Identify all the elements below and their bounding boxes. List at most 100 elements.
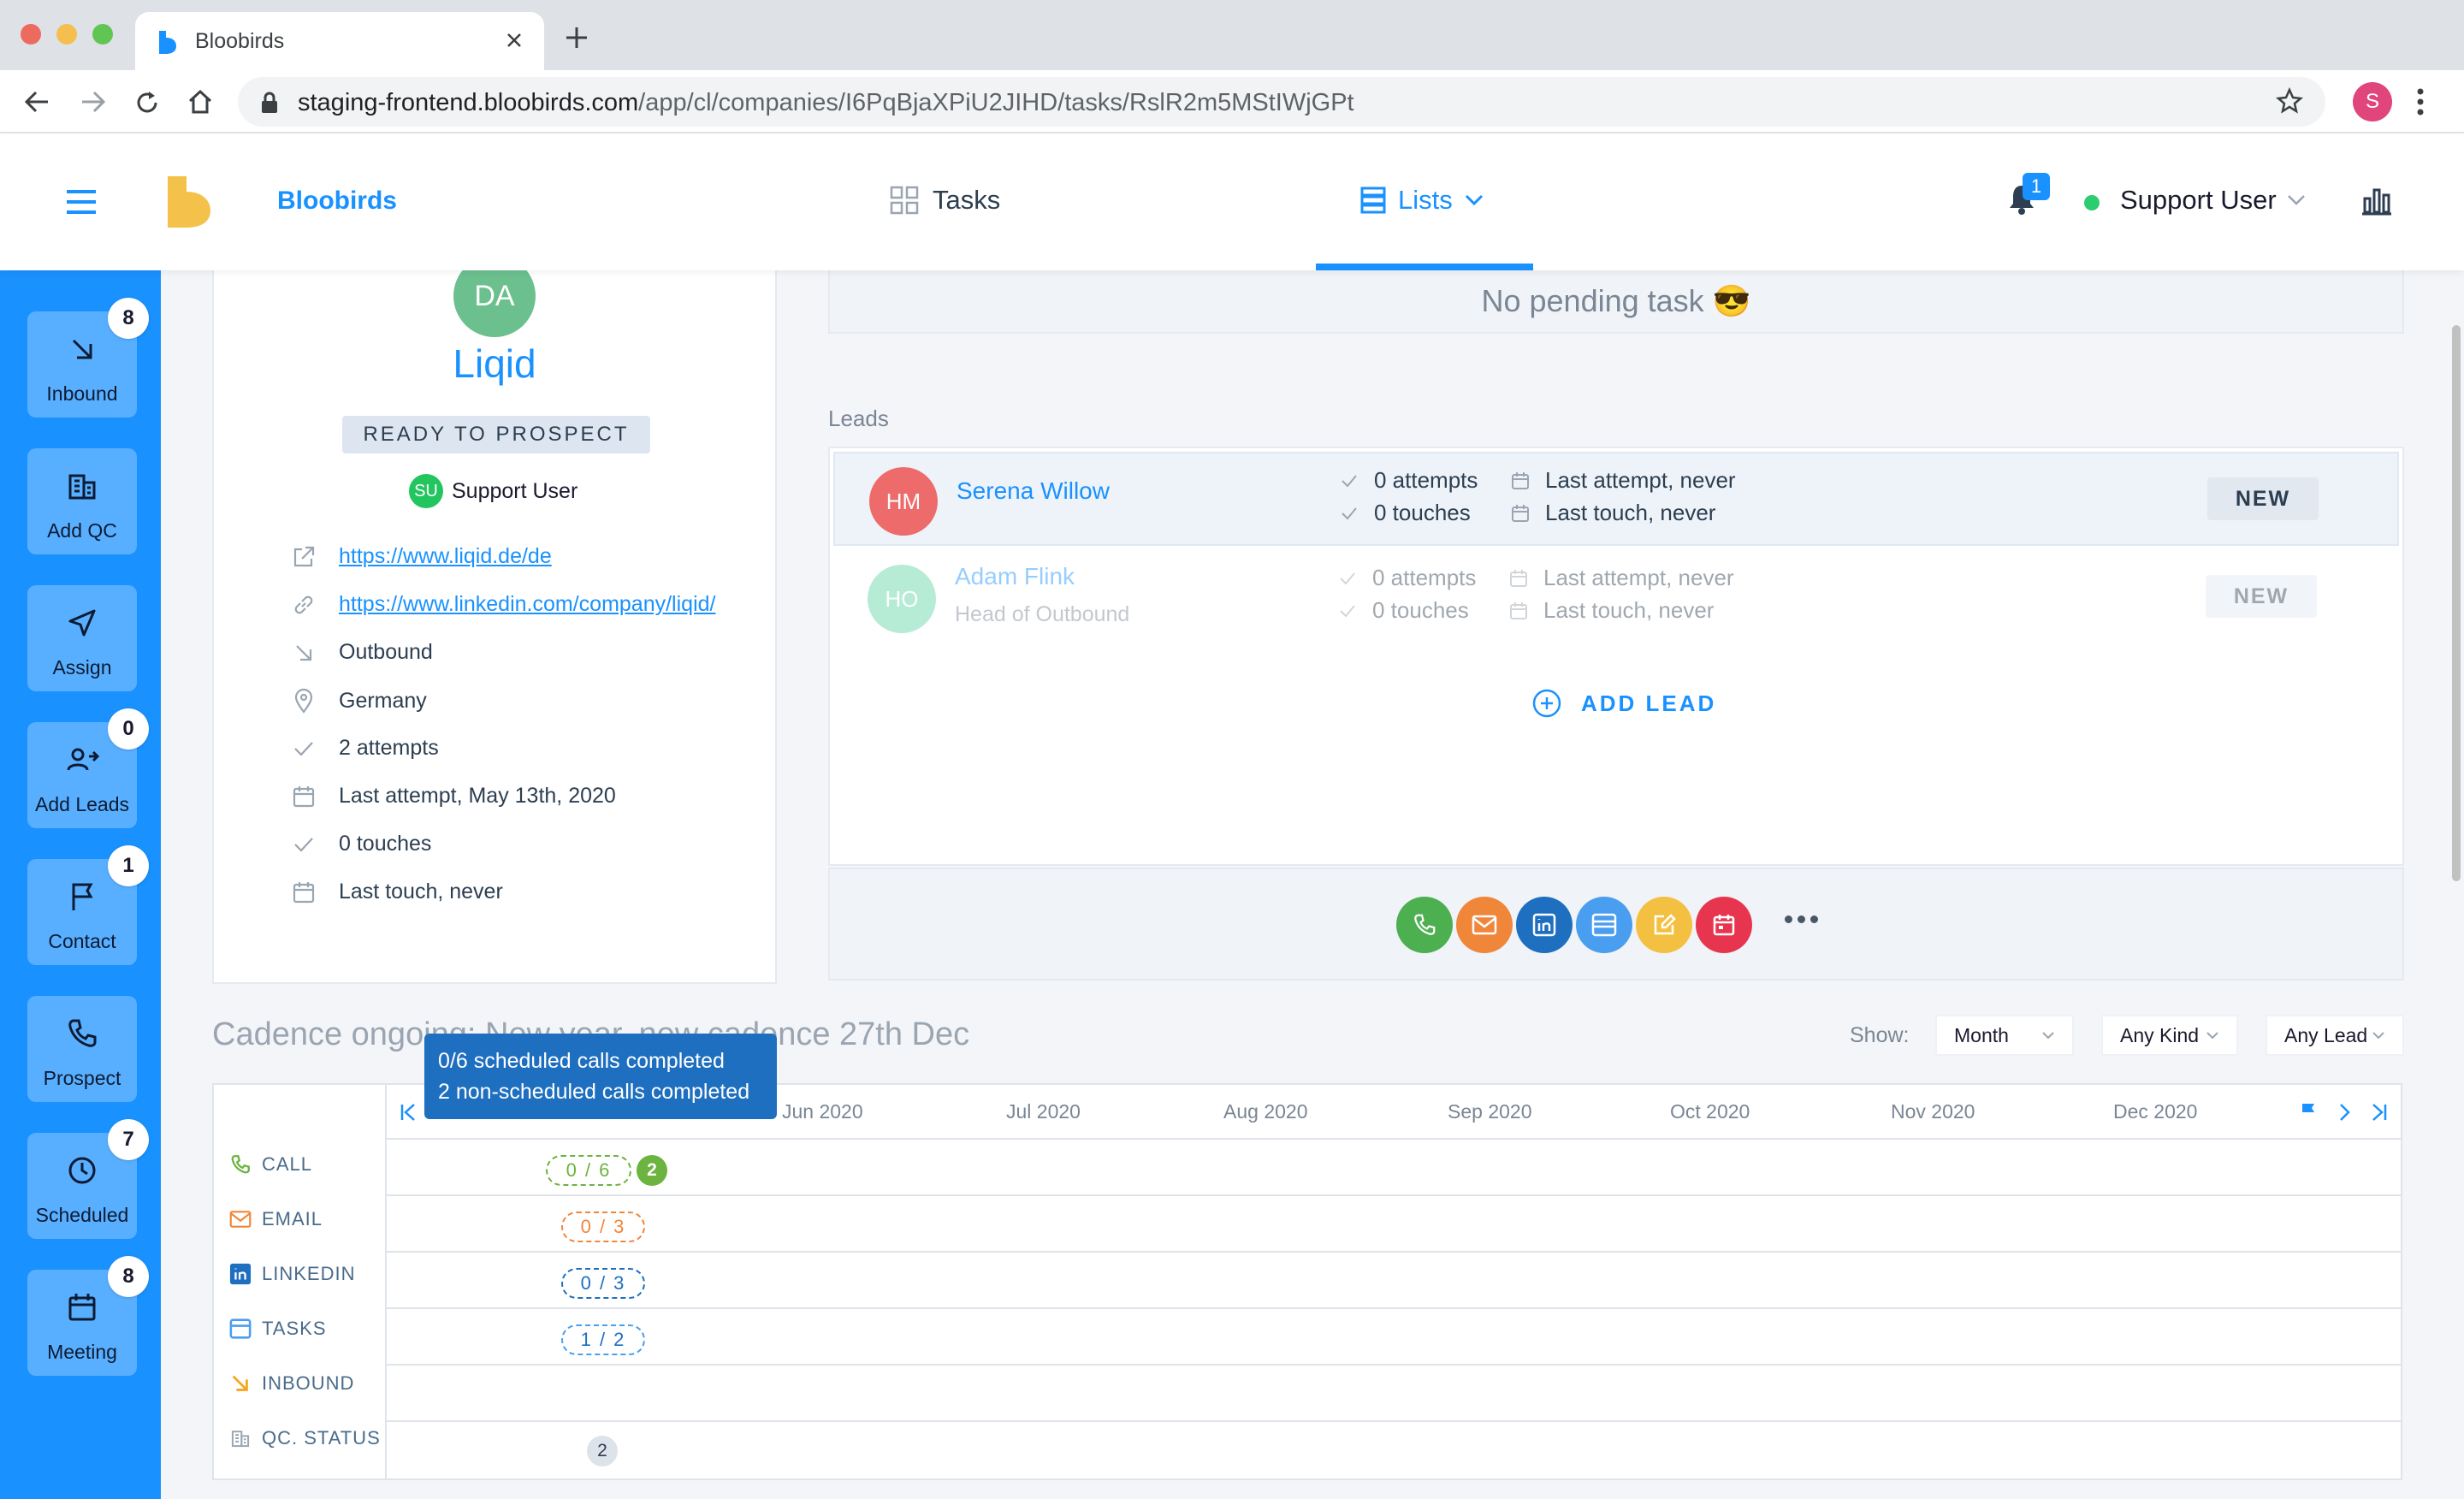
lead-last-touch-value: Last touch, never bbox=[1545, 500, 1716, 525]
url-text: staging-frontend.bloobirds.com/app/cl/co… bbox=[298, 89, 1354, 116]
lead-touches-value: 0 touches bbox=[1374, 500, 1471, 525]
chevron-down-icon bbox=[2287, 194, 2306, 206]
bar-chart-icon[interactable] bbox=[2361, 187, 2392, 216]
new-tab-icon[interactable] bbox=[565, 26, 589, 50]
actions-bar bbox=[828, 868, 2404, 981]
bloobirds-logo[interactable] bbox=[164, 175, 214, 229]
more-actions-icon[interactable] bbox=[1785, 915, 1818, 923]
calendar-icon bbox=[291, 880, 317, 904]
email-progress-pill[interactable]: 0 / 3 bbox=[561, 1212, 645, 1242]
linkedin-progress-pill[interactable]: 0 / 3 bbox=[561, 1268, 645, 1299]
linkedin-action-button[interactable] bbox=[1516, 897, 1573, 953]
external-link-icon bbox=[291, 545, 317, 569]
nav-lists[interactable]: Lists bbox=[1360, 185, 1484, 216]
bookmark-star-icon[interactable] bbox=[2276, 87, 2303, 115]
task-action-button[interactable] bbox=[1576, 897, 1632, 953]
nav-tasks[interactable]: Tasks bbox=[890, 185, 1000, 216]
sidebar-item-label: Assign bbox=[52, 656, 112, 678]
brand-name[interactable]: Bloobirds bbox=[277, 187, 397, 216]
lead-name[interactable]: Serena Willow bbox=[957, 477, 1110, 505]
row-divider bbox=[387, 1251, 2401, 1253]
back-icon[interactable] bbox=[22, 89, 51, 115]
sunglasses-emoji-icon: 😎 bbox=[1712, 283, 1751, 318]
browser-tab-title: Bloobirds bbox=[195, 29, 285, 53]
last-attempt-row: Last attempt, May 13th, 2020 bbox=[291, 784, 616, 809]
email-action-button[interactable] bbox=[1456, 897, 1513, 953]
call-progress-pill[interactable]: 0 / 6 bbox=[546, 1155, 631, 1186]
minimize-window-button[interactable] bbox=[56, 24, 77, 44]
lead-select-value: Any Lead bbox=[2284, 1023, 2368, 1046]
note-action-button[interactable] bbox=[1636, 897, 1692, 953]
sidebar-item-add-qc[interactable]: Add QC bbox=[27, 448, 137, 554]
sidebar-item-inbound[interactable]: Inbound 8 bbox=[27, 298, 149, 418]
arrow-down-right-icon bbox=[291, 641, 317, 665]
browser-tab[interactable]: Bloobirds bbox=[135, 12, 544, 70]
meeting-action-button[interactable] bbox=[1696, 897, 1752, 953]
sidebar-item-meeting[interactable]: Meeting 8 bbox=[27, 1256, 149, 1376]
lead-status-badge[interactable]: NEW bbox=[2206, 575, 2317, 618]
calendar-icon bbox=[1509, 569, 1528, 588]
plus-circle-icon bbox=[1531, 688, 1562, 719]
link-icon bbox=[291, 593, 317, 617]
flag-icon[interactable] bbox=[2300, 1102, 2317, 1123]
non-scheduled-call-count[interactable]: 2 bbox=[637, 1155, 667, 1186]
lead-row[interactable]: HM Serena Willow 0 attempts 0 touches La… bbox=[833, 452, 2399, 546]
sidebar-item-assign[interactable]: Assign bbox=[27, 585, 137, 691]
cadence-row-tasks: TASKS bbox=[229, 1318, 327, 1340]
browser-profile-avatar[interactable]: S bbox=[2353, 82, 2392, 121]
lead-name[interactable]: Adam Flink bbox=[955, 563, 1075, 590]
last-touch-row: Last touch, never bbox=[291, 880, 503, 904]
lead-status-badge[interactable]: NEW bbox=[2207, 477, 2319, 520]
cadence-tooltip: 0/6 scheduled calls completed 2 non-sche… bbox=[424, 1034, 777, 1119]
lead-select[interactable]: Any Lead bbox=[2266, 1015, 2404, 1056]
leads-section-title: Leads bbox=[828, 406, 889, 431]
lead-role: Head of Outbound bbox=[955, 602, 1130, 626]
user-name: Support User bbox=[2120, 185, 2277, 215]
home-icon[interactable] bbox=[187, 89, 214, 115]
company-status-badge[interactable]: READY TO PROSPECT bbox=[342, 416, 650, 453]
linkedin-link[interactable]: https://www.linkedin.com/company/liqid/ bbox=[339, 592, 715, 617]
kind-select[interactable]: Any Kind bbox=[2101, 1015, 2238, 1056]
count-badge: 8 bbox=[108, 1256, 149, 1297]
lead-attempts-value: 0 attempts bbox=[1372, 565, 1477, 590]
sidebar-item-label: Inbound bbox=[46, 382, 118, 405]
app-header: Bloobirds Tasks Lists 1 Support User bbox=[0, 133, 2464, 270]
arrow-down-right-icon bbox=[229, 1372, 252, 1395]
lead-row[interactable]: HO Adam Flink Head of Outbound 0 attempt… bbox=[833, 551, 2399, 645]
maximize-window-button[interactable] bbox=[92, 24, 113, 44]
reload-icon[interactable] bbox=[133, 89, 161, 116]
user-menu[interactable]: Support User bbox=[2120, 185, 2306, 216]
lead-touches-value: 0 touches bbox=[1372, 597, 1469, 623]
check-icon bbox=[1340, 504, 1359, 523]
page-scrollbar[interactable] bbox=[2452, 325, 2461, 881]
period-select[interactable]: Month bbox=[1935, 1015, 2074, 1056]
cadence-row-label: CALL bbox=[262, 1153, 313, 1175]
check-icon bbox=[291, 832, 317, 856]
forward-icon[interactable] bbox=[79, 89, 108, 115]
last-page-icon[interactable] bbox=[2370, 1102, 2389, 1123]
website-link[interactable]: https://www.liqid.de/de bbox=[339, 544, 552, 569]
sidebar-item-prospect[interactable]: Prospect bbox=[27, 996, 137, 1102]
close-window-button[interactable] bbox=[21, 24, 41, 44]
tasks-progress-pill[interactable]: 1 / 2 bbox=[561, 1324, 645, 1355]
sidebar-item-contact[interactable]: Contact 1 bbox=[27, 845, 149, 965]
address-bar[interactable]: staging-frontend.bloobirds.com/app/cl/co… bbox=[238, 77, 2325, 127]
sidebar-item-label: Scheduled bbox=[35, 1204, 129, 1226]
close-tab-icon[interactable] bbox=[501, 27, 527, 53]
location-pin-icon bbox=[291, 688, 317, 714]
add-lead-button[interactable]: ADD LEAD bbox=[1531, 688, 1716, 719]
country-row: Germany bbox=[291, 688, 427, 714]
sidebar-item-add-leads[interactable]: Add Leads 0 bbox=[27, 708, 149, 828]
bloobirds-favicon-icon bbox=[156, 29, 180, 55]
browser-menu-icon[interactable] bbox=[2416, 87, 2425, 116]
check-icon bbox=[291, 737, 317, 761]
menu-icon[interactable] bbox=[65, 188, 98, 216]
task-icon bbox=[1591, 913, 1617, 937]
call-action-button[interactable] bbox=[1396, 897, 1453, 953]
qc-status-count[interactable]: 2 bbox=[587, 1436, 618, 1466]
first-page-icon[interactable] bbox=[399, 1102, 418, 1123]
sidebar-item-scheduled[interactable]: Scheduled 7 bbox=[27, 1119, 149, 1239]
chevron-down-icon bbox=[2041, 1031, 2055, 1040]
company-name[interactable]: Liqid bbox=[214, 341, 775, 387]
next-page-icon[interactable] bbox=[2337, 1102, 2351, 1123]
